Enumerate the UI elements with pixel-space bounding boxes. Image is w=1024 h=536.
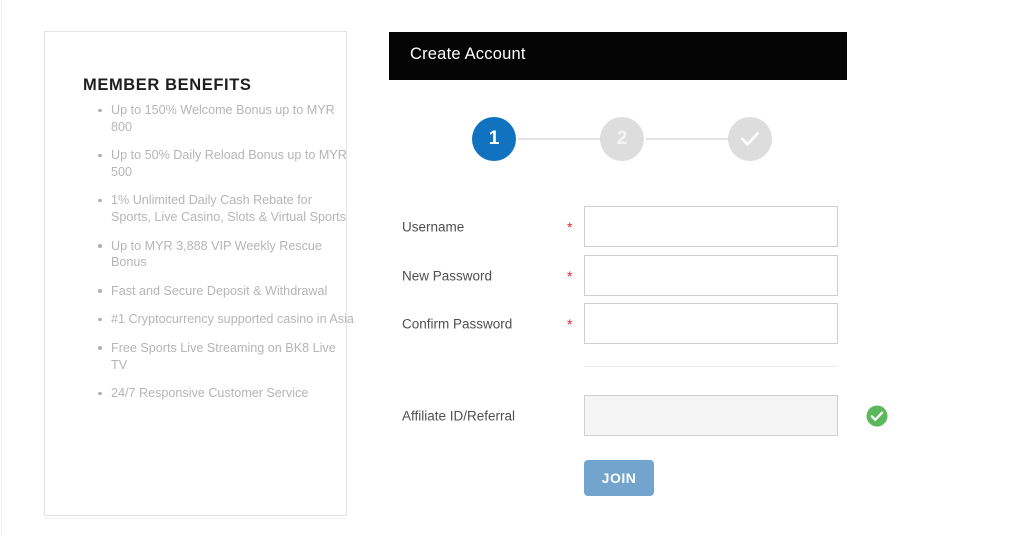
form-row-confirm-password: Confirm Password * (389, 303, 889, 344)
page-title: Create Account (410, 45, 526, 63)
list-item: Up to 50% Daily Reload Bonus up to MYR 5… (98, 147, 354, 180)
check-icon (737, 126, 763, 152)
registration-step-indicator: 1 2 (472, 117, 772, 163)
create-account-form: Username * New Password * Confirm Passwo… (389, 200, 889, 510)
page-edge-rule-left (1, 0, 2, 536)
list-item: #1 Cryptocurrency supported casino in As… (98, 312, 354, 327)
step-2-label: 2 (616, 128, 628, 149)
affiliate-id-input[interactable] (584, 395, 838, 436)
page-edge-rule-inner (4, 0, 5, 536)
step-2-circle[interactable]: 2 (600, 117, 644, 161)
create-account-header-bar: Create Account (389, 32, 847, 80)
step-1-circle-active[interactable]: 1 (472, 117, 516, 161)
list-item: 24/7 Responsive Customer Service (98, 385, 354, 402)
form-row-username: Username * (389, 206, 889, 247)
green-check-circle-icon (866, 405, 888, 427)
required-asterisk-new-password: * (567, 267, 573, 284)
username-input[interactable] (584, 206, 838, 247)
member-benefits-panel-underline (44, 518, 348, 519)
list-item: Up to MYR 3,888 VIP Weekly Rescue Bonus (98, 238, 354, 271)
form-row-new-password: New Password * (389, 255, 889, 296)
confirm-password-label: Confirm Password (402, 316, 513, 331)
list-item: Free Sports Live Streaming on BK8 Live T… (98, 340, 354, 373)
required-asterisk-username: * (567, 218, 573, 235)
new-password-input[interactable] (584, 255, 838, 296)
list-item: Up to 150% Welcome Bonus up to MYR 800 (98, 102, 354, 135)
join-button[interactable]: JOIN (584, 460, 654, 496)
form-row-affiliate-id: Affiliate ID/Referral (389, 395, 889, 436)
list-item: 1% Unlimited Daily Cash Rebate for Sport… (98, 192, 354, 225)
step-3-circle-complete[interactable] (728, 117, 772, 161)
member-benefits-list: Up to 150% Welcome Bonus up to MYR 800 U… (93, 102, 354, 414)
new-password-label: New Password (402, 268, 493, 283)
required-asterisk-confirm-password: * (567, 315, 573, 332)
member-benefits-panel: MEMBER BENEFITS Up to 150% Welcome Bonus… (44, 31, 354, 516)
confirm-password-input[interactable] (584, 303, 838, 344)
member-benefits-title: MEMBER BENEFITS (83, 75, 252, 94)
step-1-label: 1 (488, 128, 500, 149)
affiliate-id-label: Affiliate ID/Referral (402, 408, 516, 423)
username-label: Username (402, 219, 465, 234)
form-section-divider (584, 366, 838, 367)
list-item: Fast and Secure Deposit & Withdrawal (98, 283, 354, 300)
